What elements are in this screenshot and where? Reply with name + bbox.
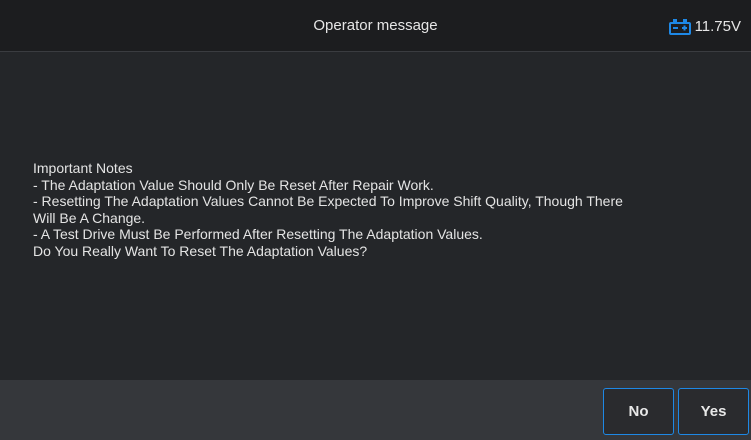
battery-voltage-indicator: 11.75V: [668, 0, 741, 52]
no-button[interactable]: No: [603, 388, 674, 435]
message-line: - The Adaptation Value Should Only Be Re…: [33, 176, 434, 193]
yes-button[interactable]: Yes: [678, 388, 749, 435]
page-title: Operator message: [313, 17, 438, 34]
car-battery-icon: [668, 19, 691, 35]
message-text: Important Notes - The Adaptation Value S…: [33, 160, 723, 259]
message-line: - Resetting The Adaptation Values Cannot…: [33, 193, 623, 209]
message-line: Will Be A Change.: [33, 209, 146, 226]
title-bar: Operator message 11.75V: [0, 0, 751, 52]
operator-message-screen: Operator message 11.75V Important Notes …: [0, 0, 751, 440]
message-line: Do You Really Want To Reset The Adaptati…: [33, 242, 368, 259]
message-area: Important Notes - The Adaptation Value S…: [0, 52, 751, 380]
voltage-value: 11.75V: [694, 17, 741, 35]
button-bar: No Yes: [0, 380, 751, 440]
message-line: - A Test Drive Must Be Performed After R…: [33, 226, 483, 242]
message-line: Important Notes: [33, 160, 133, 176]
